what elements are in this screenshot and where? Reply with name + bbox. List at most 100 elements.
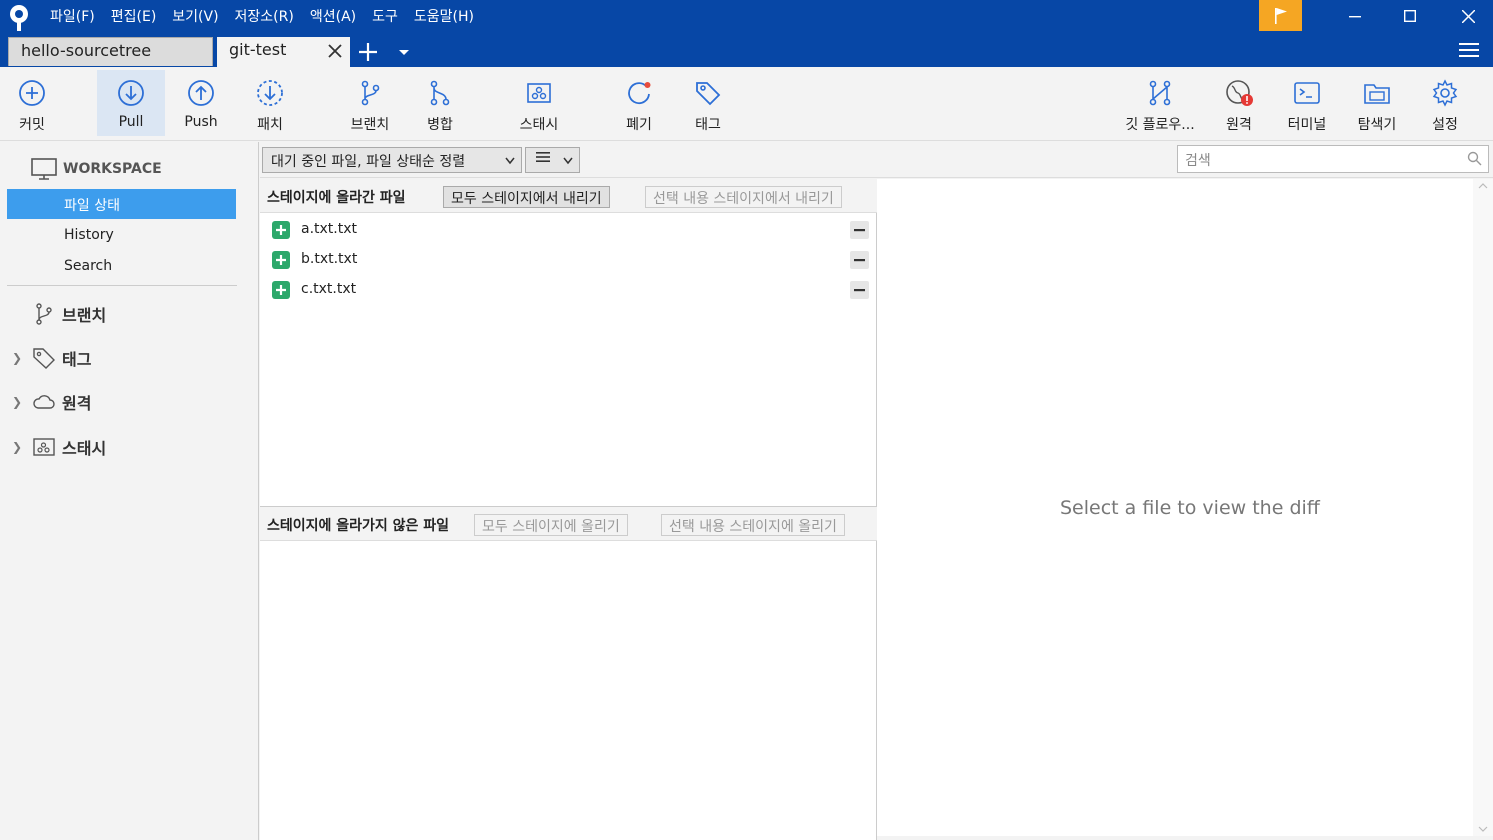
push-label: Push bbox=[184, 114, 218, 130]
settings-label: 설정 bbox=[1432, 117, 1458, 133]
cloud-icon bbox=[33, 395, 55, 409]
sidebar-group-stashes[interactable]: ❯ 스태시 bbox=[10, 432, 250, 462]
settings-button[interactable]: 설정 bbox=[1416, 70, 1474, 136]
sidebar-group-branches[interactable]: 브랜치 bbox=[10, 299, 250, 329]
sort-dropdown[interactable]: 대기 중인 파일, 파일 상태순 정렬 bbox=[262, 147, 522, 173]
view-mode-dropdown[interactable] bbox=[525, 147, 580, 173]
hamburger-menu-icon[interactable] bbox=[1459, 42, 1479, 58]
unstaged-title: 스테이지에 올라가지 않은 파일 bbox=[267, 518, 450, 534]
merge-icon bbox=[430, 80, 450, 106]
merge-button[interactable]: 병합 bbox=[410, 70, 470, 136]
staged-file-row[interactable]: a.txt.txt bbox=[260, 215, 877, 245]
stash-button[interactable]: 스태시 bbox=[505, 70, 573, 136]
chevron-down-icon bbox=[563, 157, 573, 165]
close-icon bbox=[1461, 9, 1475, 23]
globe-icon bbox=[1226, 80, 1253, 106]
scroll-down-icon[interactable] bbox=[1473, 822, 1493, 836]
close-window-button[interactable] bbox=[1443, 0, 1493, 32]
branch-label: 브랜치 bbox=[350, 117, 390, 133]
patch-icon bbox=[257, 80, 283, 106]
diff-placeholder: Select a file to view the diff bbox=[1060, 497, 1320, 519]
menu-bar: 파일(F) 편집(E) 보기(V) 저장소(R) 액션(A) 도구 도움말(H) bbox=[42, 0, 482, 34]
scroll-up-icon[interactable] bbox=[1473, 179, 1493, 193]
monitor-icon bbox=[31, 158, 57, 180]
sidebar-item-file-status[interactable]: 파일 상태 bbox=[7, 189, 236, 219]
search-input[interactable]: 검색 bbox=[1177, 145, 1489, 173]
search-icon bbox=[1467, 151, 1482, 166]
staged-file-row[interactable]: c.txt.txt bbox=[260, 275, 877, 305]
stash-icon bbox=[527, 83, 551, 103]
unstage-all-button[interactable]: 모두 스테이지에서 내리기 bbox=[443, 186, 610, 208]
unstage-file-icon[interactable] bbox=[850, 221, 869, 239]
list-icon bbox=[536, 152, 550, 162]
chevron-right-icon[interactable]: ❯ bbox=[10, 440, 24, 454]
merge-label: 병합 bbox=[427, 117, 453, 133]
branch-button[interactable]: 브랜치 bbox=[338, 70, 402, 136]
menu-tools[interactable]: 도구 bbox=[364, 0, 406, 34]
tab-close-icon[interactable] bbox=[326, 42, 344, 60]
diff-panel: Select a file to view the diff bbox=[877, 179, 1493, 836]
maximize-button[interactable] bbox=[1385, 0, 1435, 32]
push-button[interactable]: Push bbox=[170, 70, 232, 136]
discard-icon bbox=[628, 82, 651, 105]
menu-view[interactable]: 보기(V) bbox=[164, 0, 226, 34]
sidebar: WORKSPACE 파일 상태 History Search 브랜치 ❯ 태그 … bbox=[0, 142, 259, 840]
unstage-file-icon[interactable] bbox=[850, 251, 869, 269]
minimize-icon bbox=[1349, 16, 1361, 18]
maximize-icon bbox=[1404, 10, 1416, 22]
patch-button[interactable]: 패치 bbox=[240, 70, 300, 136]
stashes-label: 스태시 bbox=[62, 439, 107, 458]
git-flow-icon bbox=[1149, 80, 1171, 106]
menu-repository[interactable]: 저장소(R) bbox=[227, 0, 302, 34]
stash-icon bbox=[33, 438, 55, 456]
terminal-button[interactable]: 터미널 bbox=[1276, 70, 1338, 136]
tag-icon bbox=[696, 82, 721, 106]
sort-label: 대기 중인 파일, 파일 상태순 정렬 bbox=[271, 154, 466, 170]
staged-file-row[interactable]: b.txt.txt bbox=[260, 245, 877, 275]
remote-button[interactable]: 원격 bbox=[1210, 70, 1268, 136]
commit-button[interactable]: 커밋 bbox=[0, 70, 64, 136]
filter-row: 대기 중인 파일, 파일 상태순 정렬 검색 bbox=[260, 142, 1493, 178]
tag-button[interactable]: 태그 bbox=[678, 70, 738, 136]
git-flow-button[interactable]: 깃 플로우... bbox=[1118, 70, 1202, 136]
unstaged-files-panel: 스테이지에 올라가지 않은 파일 모두 스테이지에 올리기 선택 내용 스테이지… bbox=[260, 506, 877, 840]
stage-selected-button[interactable]: 선택 내용 스테이지에 올리기 bbox=[661, 514, 845, 536]
branches-label: 브랜치 bbox=[62, 306, 107, 325]
diff-scrollbar[interactable] bbox=[1473, 179, 1493, 836]
explorer-button[interactable]: 탐색기 bbox=[1346, 70, 1408, 136]
sidebar-group-remotes[interactable]: ❯ 원격 bbox=[10, 387, 250, 417]
chevron-down-icon bbox=[505, 157, 515, 165]
menu-file[interactable]: 파일(F) bbox=[42, 0, 103, 34]
sidebar-item-search[interactable]: Search bbox=[7, 252, 236, 282]
discard-button[interactable]: 폐기 bbox=[608, 70, 670, 136]
tab-dropdown-icon[interactable] bbox=[397, 48, 411, 58]
stage-all-button[interactable]: 모두 스테이지에 올리기 bbox=[474, 514, 628, 536]
minimize-button[interactable] bbox=[1330, 0, 1380, 32]
unstaged-header: 스테이지에 올라가지 않은 파일 모두 스테이지에 올리기 선택 내용 스테이지… bbox=[260, 507, 877, 541]
file-name: b.txt.txt bbox=[301, 251, 358, 267]
added-file-icon bbox=[272, 251, 290, 269]
chevron-right-icon[interactable]: ❯ bbox=[10, 351, 24, 365]
tab-hello-sourcetree[interactable]: hello-sourcetree bbox=[8, 37, 213, 66]
sidebar-divider bbox=[7, 285, 237, 286]
commit-icon bbox=[19, 80, 45, 106]
commit-label: 커밋 bbox=[19, 117, 45, 133]
sidebar-item-history[interactable]: History bbox=[7, 221, 236, 251]
add-tab-icon[interactable] bbox=[358, 42, 378, 62]
sidebar-group-tags[interactable]: ❯ 태그 bbox=[10, 343, 250, 373]
unstage-file-icon[interactable] bbox=[850, 281, 869, 299]
chevron-right-icon[interactable]: ❯ bbox=[10, 395, 24, 409]
flag-button[interactable] bbox=[1259, 0, 1302, 31]
tag-label: 태그 bbox=[695, 117, 721, 133]
workspace-label: WORKSPACE bbox=[63, 161, 162, 177]
git-flow-label: 깃 플로우... bbox=[1125, 117, 1195, 133]
menu-actions[interactable]: 액션(A) bbox=[302, 0, 364, 34]
folder-icon bbox=[1364, 84, 1390, 104]
remote-label: 원격 bbox=[1226, 117, 1252, 133]
menu-edit[interactable]: 편집(E) bbox=[103, 0, 165, 34]
unstage-selected-button[interactable]: 선택 내용 스테이지에서 내리기 bbox=[645, 186, 842, 208]
menu-help[interactable]: 도움말(H) bbox=[406, 0, 482, 34]
terminal-label: 터미널 bbox=[1287, 117, 1327, 133]
pull-button[interactable]: Pull bbox=[97, 70, 165, 136]
explorer-label: 탐색기 bbox=[1357, 117, 1397, 133]
